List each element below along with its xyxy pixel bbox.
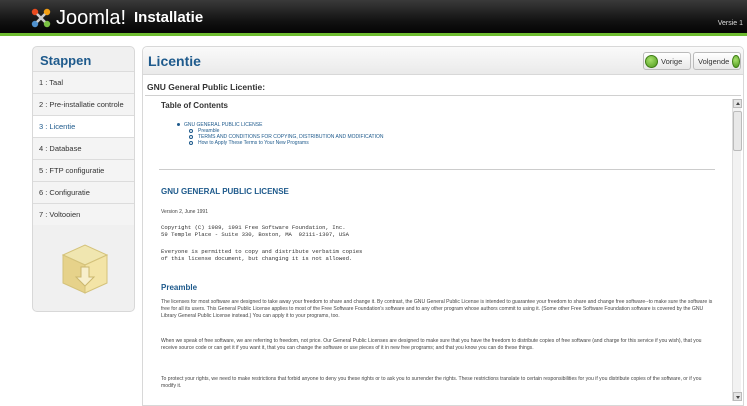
toc-divider <box>159 169 715 170</box>
version-label: Versie 1 <box>717 20 743 27</box>
step-item-licentie[interactable]: 3 : Licentie <box>33 115 134 137</box>
license-scrollbar[interactable] <box>732 99 742 401</box>
header-accent-line <box>0 33 747 36</box>
next-button[interactable]: Volgende <box>693 52 741 70</box>
brand-name: Joomla! <box>56 6 127 29</box>
preamble-paragraph-2: When we speak of free software, we are r… <box>161 338 702 351</box>
joomla-logo: Joomla! <box>30 5 126 31</box>
joomla-logo-icon <box>31 8 51 28</box>
main-header: Licentie Vorige Volgende <box>143 47 743 75</box>
sidebar-title: Stappen <box>40 53 92 68</box>
license-heading: GNU GENERAL PUBLIC LICENSE <box>161 187 289 196</box>
license-text-frame[interactable]: Table of Contents GNU GENERAL PUBLIC LIC… <box>145 97 743 405</box>
prev-button-label: Vorige <box>661 56 683 66</box>
app-header: Joomla! Installatie Versie 1 <box>0 0 747 36</box>
preamble-paragraph-1: The licenses for most software are desig… <box>161 299 713 319</box>
section-divider <box>145 95 741 96</box>
toc-title: Table of Contents <box>161 101 228 110</box>
bullet-icon <box>189 140 193 145</box>
scroll-down-icon[interactable] <box>733 392 742 401</box>
step-item-taal[interactable]: 1 : Taal <box>33 71 134 93</box>
prev-button[interactable]: Vorige <box>643 52 691 70</box>
scroll-up-icon[interactable] <box>733 99 742 108</box>
bullet-icon <box>189 134 193 139</box>
install-box-icon <box>61 244 109 294</box>
step-item-pre-installatie[interactable]: 2 : Pre-installatie controle <box>33 93 134 115</box>
main-title: Licentie <box>148 53 201 69</box>
step-item-voltooien[interactable]: 7 : Voltooien <box>33 203 134 225</box>
license-everyone: Everyone is permitted to copy and distri… <box>161 248 363 262</box>
main-panel: Licentie Vorige Volgende GNU General Pub… <box>142 46 744 406</box>
step-item-database[interactable]: 4 : Database <box>33 137 134 159</box>
steps-sidebar: Stappen 1 : Taal 2 : Pre-installatie con… <box>32 46 135 312</box>
arrow-right-icon <box>732 54 740 68</box>
next-button-label: Volgende <box>698 56 730 66</box>
preamble-paragraph-3: To protect your rights, we need to make … <box>161 376 702 389</box>
license-section-title: GNU General Public Licentie: <box>147 82 266 92</box>
bullet-icon <box>177 123 180 127</box>
license-copyright: Copyright (C) 1989, 1991 Free Software F… <box>161 224 349 238</box>
scroll-thumb[interactable] <box>733 111 742 151</box>
preamble-heading: Preamble <box>161 283 198 292</box>
step-item-ftp[interactable]: 5 : FTP configuratie <box>33 159 134 181</box>
step-item-configuratie[interactable]: 6 : Configuratie <box>33 181 134 203</box>
bullet-icon <box>189 128 193 133</box>
page-title: Installatie <box>134 9 204 26</box>
license-version: Version 2, June 1991 <box>161 209 208 215</box>
arrow-left-icon <box>645 54 658 68</box>
toc-link-howto[interactable]: How to Apply These Terms to Your New Pro… <box>189 140 309 146</box>
